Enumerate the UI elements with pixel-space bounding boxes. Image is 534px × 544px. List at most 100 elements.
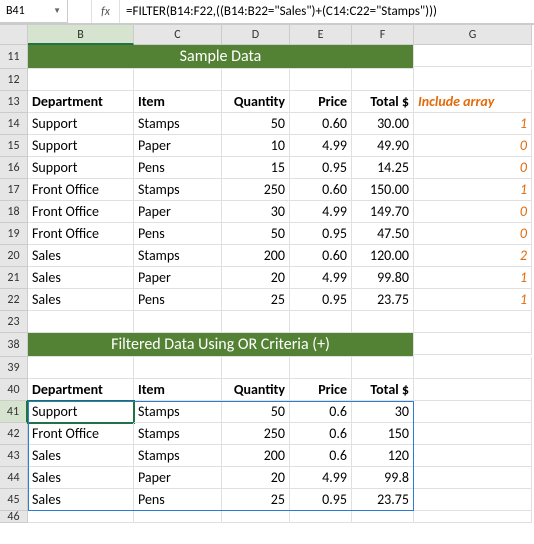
cell-dep[interactable]: Support [28,157,134,179]
cell-qty[interactable]: 50 [222,223,290,245]
row-header[interactable]: 15 [0,135,28,157]
cell[interactable] [414,423,532,445]
cell[interactable] [414,489,532,511]
cell-include[interactable]: 0 x [414,135,532,157]
cell[interactable] [222,311,290,333]
row-header[interactable]: 45 [0,489,28,511]
row-header[interactable]: 18 [0,201,28,223]
cell[interactable] [352,311,414,333]
cell-qty[interactable]: 20 [222,467,290,489]
cell[interactable] [352,511,414,523]
row-header[interactable]: 13 [0,91,28,113]
cell-total[interactable]: 120.00 [352,245,414,267]
cell[interactable] [414,333,532,355]
cell-qty[interactable]: 250 [222,423,290,445]
cell-price[interactable]: 0.60 [290,245,352,267]
cell-item[interactable]: Stamps [134,423,222,445]
cell-qty[interactable]: 15 [222,157,290,179]
cell[interactable] [222,69,290,91]
cell-item[interactable]: Pens [134,489,222,511]
row-header[interactable]: 14 [0,113,28,135]
header-include[interactable]: Include array [414,91,532,113]
cell-total[interactable]: 30.00 [352,113,414,135]
cell-include[interactable]: 1 [414,113,532,135]
cell-dep[interactable]: Front Office [28,423,134,445]
cell-total[interactable]: 150 [352,423,414,445]
header-department[interactable]: Department [28,91,134,113]
col-header-C[interactable]: C [134,25,222,45]
cell-qty[interactable]: 250 [222,179,290,201]
chevron-down-icon[interactable]: ▼ [53,6,61,16]
row-header[interactable]: 40 [0,379,28,401]
cell-total[interactable]: 120 [352,445,414,467]
cell-price[interactable]: 0.95 [290,223,352,245]
cell-dep[interactable]: Sales [28,445,134,467]
cell-price[interactable]: 4.99 [290,201,352,223]
cell-item[interactable]: Stamps [134,445,222,467]
cell-item[interactable]: Stamps [134,113,222,135]
cell[interactable] [414,467,532,489]
cell-price[interactable]: 0.6 [290,445,352,467]
cell-item[interactable]: Stamps [134,401,222,423]
cell-dep[interactable]: Sales [28,289,134,311]
cell-include[interactable]: 1 [414,179,532,201]
col-header-F[interactable]: F [352,25,414,45]
cell-price[interactable]: 0.95 [290,289,352,311]
cell[interactable] [414,401,532,423]
cell-total[interactable]: 47.50 [352,223,414,245]
cell-price[interactable]: 0.6 [290,401,352,423]
cell[interactable] [222,511,290,523]
col-header-D[interactable]: D [222,25,290,45]
cell-item[interactable]: Stamps [134,179,222,201]
row-header[interactable]: 16 [0,157,28,179]
cell-item[interactable]: Pens [134,223,222,245]
fx-icon[interactable]: fx [92,0,120,23]
col-header-G[interactable]: G [414,25,532,45]
cell-dep[interactable]: Sales [28,245,134,267]
header-total[interactable]: Total $ [352,379,414,401]
header-price[interactable]: Price [290,379,352,401]
cell-item[interactable]: Paper [134,201,222,223]
row-header[interactable]: 42 [0,423,28,445]
cell[interactable] [414,311,532,333]
cell-include[interactable]: 0 x [414,201,532,223]
cell-qty[interactable]: 30 [222,201,290,223]
cell[interactable] [290,311,352,333]
cell-price[interactable]: 4.99 [290,135,352,157]
cell[interactable] [28,69,134,91]
cell-total[interactable]: 14.25 [352,157,414,179]
cell-price[interactable]: 0.6 [290,423,352,445]
cell-qty[interactable]: 50 [222,113,290,135]
cell-total[interactable]: 149.70 [352,201,414,223]
row-header[interactable]: 39 [0,357,28,379]
cell-total[interactable]: 150.00 [352,179,414,201]
cell[interactable] [134,69,222,91]
header-item[interactable]: Item [134,91,222,113]
cell-qty[interactable]: 200 [222,445,290,467]
cell[interactable] [414,357,532,379]
row-header[interactable]: 21 [0,267,28,289]
row-header[interactable]: 20 [0,245,28,267]
cell-item[interactable]: Paper [134,135,222,157]
cell-dep[interactable]: Sales [28,467,134,489]
cell[interactable] [28,311,134,333]
row-header[interactable]: 22 [0,289,28,311]
cell[interactable] [414,45,532,67]
cell-include[interactable]: 2 [414,245,532,267]
row-header[interactable]: 12 [0,69,28,91]
col-header-E[interactable]: E [290,25,352,45]
cell-total[interactable]: 30 [352,401,414,423]
header-quantity[interactable]: Quantity [222,379,290,401]
cell-dep[interactable]: Front Office [28,179,134,201]
cell-price[interactable]: 4.99 [290,267,352,289]
header-quantity[interactable]: Quantity [222,91,290,113]
row-header[interactable]: 38 [0,333,28,357]
cell[interactable] [134,311,222,333]
cell-item[interactable]: Paper [134,467,222,489]
cell[interactable] [352,357,414,379]
cell[interactable] [290,69,352,91]
cell-price[interactable]: 4.99 [290,467,352,489]
cell-qty[interactable]: 200 [222,245,290,267]
cell-dep[interactable]: Support [28,135,134,157]
cell[interactable] [414,69,532,91]
